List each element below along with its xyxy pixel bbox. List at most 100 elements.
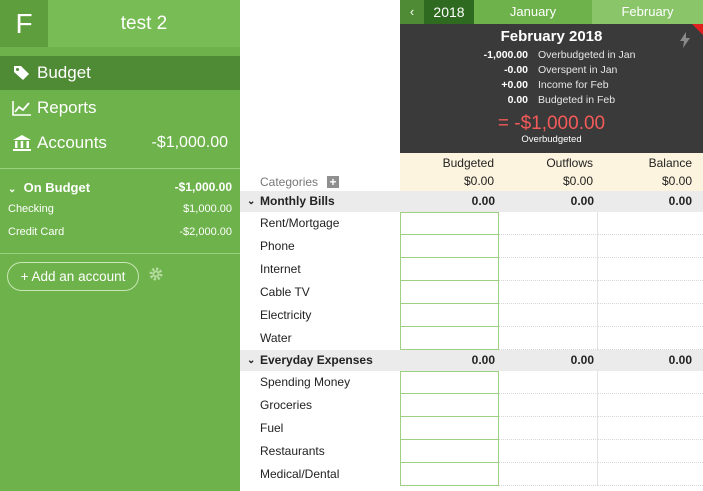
nav-accounts[interactable]: Accounts -$1,000.00 [0, 126, 240, 160]
budgeted-input[interactable] [400, 417, 499, 440]
column-balance: Balance $0.00 [598, 153, 703, 191]
balance-cell [598, 304, 703, 327]
category-row: Restaurants [240, 440, 703, 463]
month-summary: February 2018 -1,000.00 Overbudgeted in … [400, 24, 703, 153]
balance-cell [598, 440, 703, 463]
group-budgeted: 0.00 [471, 194, 495, 208]
category-row: Cable TV [240, 281, 703, 304]
brand-bar: F test 2 [0, 0, 240, 47]
group-row-everyday-expenses[interactable]: ⌄ Everyday Expenses 0.00 0.00 0.00 [240, 350, 703, 371]
category-name: Restaurants [260, 444, 325, 458]
budgeted-input[interactable] [400, 235, 499, 258]
balance-cell [598, 281, 703, 304]
category-name: Medical/Dental [260, 467, 340, 481]
group-row-monthly-bills[interactable]: ⌄ Monthly Bills 0.00 0.00 0.00 [240, 191, 703, 212]
month-tab-february[interactable]: February [592, 0, 703, 24]
category-name: Phone [260, 239, 295, 253]
summary-line: 0.00 Budgeted in Feb [400, 93, 703, 108]
chevron-down-icon[interactable]: ⌄ [247, 350, 255, 371]
app-logo: F [0, 0, 48, 47]
summary-value: -1,000.00 [483, 49, 528, 61]
nav-reports[interactable]: Reports [0, 91, 240, 125]
outflows-cell [499, 212, 598, 235]
category-row: Electricity [240, 304, 703, 327]
budgeted-input[interactable] [400, 281, 499, 304]
group-budgeted: 0.00 [471, 353, 495, 367]
bank-icon [11, 126, 33, 160]
chevron-down-icon: ⌄ [8, 184, 17, 195]
balance-cell [598, 235, 703, 258]
account-row-credit-card[interactable]: Credit Card -$2,000.00 [8, 224, 232, 240]
nav-budget-label: Budget [37, 63, 91, 82]
account-balance: $1,000.00 [183, 203, 232, 215]
gear-icon[interactable] [148, 266, 164, 282]
category-name: Water [260, 331, 292, 345]
balance-cell [598, 258, 703, 281]
summary-value: -0.00 [504, 64, 528, 76]
column-label: Budgeted [442, 156, 494, 170]
budgeted-input[interactable] [400, 327, 499, 350]
summary-value: 0.00 [507, 94, 528, 106]
budget-name[interactable]: test 2 [48, 0, 240, 47]
category-name: Internet [260, 262, 301, 276]
balance-cell [598, 394, 703, 417]
category-row: Internet [240, 258, 703, 281]
column-label: Outflows [546, 156, 593, 170]
add-category-button[interactable]: + [327, 176, 339, 188]
summary-line: +0.00 Income for Feb [400, 78, 703, 93]
balance-cell [598, 417, 703, 440]
group-balance: 0.00 [668, 353, 692, 367]
outflows-cell [499, 235, 598, 258]
nav-budget[interactable]: Budget [0, 56, 240, 90]
divider [0, 168, 240, 169]
summary-label: Overspent in Jan [538, 64, 618, 76]
summary-total: = -$1,000.00 [497, 113, 606, 134]
on-budget-header[interactable]: ⌄ On Budget -$1,000.00 [8, 180, 232, 196]
balance-cell [598, 371, 703, 394]
category-name: Cable TV [260, 285, 310, 299]
outflows-cell [499, 327, 598, 350]
category-name: Fuel [260, 421, 284, 435]
categories-label: Categories [260, 175, 319, 189]
summary-line: -0.00 Overspent in Jan [400, 63, 703, 78]
budgeted-input[interactable] [400, 371, 499, 394]
category-name: Groceries [260, 398, 313, 412]
month-tab-january[interactable]: January [474, 0, 592, 24]
category-row: Rent/Mortgage [240, 212, 703, 235]
budgeted-input[interactable] [400, 258, 499, 281]
budgeted-input[interactable] [400, 463, 499, 486]
summary-title: February 2018 [500, 28, 603, 45]
column-total: $0.00 [463, 174, 494, 188]
chevron-down-icon[interactable]: ⌄ [247, 191, 255, 212]
on-budget-total: -$1,000.00 [174, 180, 232, 194]
account-balance: -$2,000.00 [179, 226, 232, 238]
line-chart-icon [11, 91, 33, 125]
outflows-cell [499, 417, 598, 440]
budgeted-input[interactable] [400, 212, 499, 235]
sidebar: F test 2 Budget Reports Accounts -$1,000… [0, 0, 240, 491]
on-budget-label: On Budget [23, 180, 91, 195]
group-name: Monthly Bills [260, 194, 335, 208]
outflows-cell [499, 304, 598, 327]
prev-month-button[interactable]: ‹ [400, 0, 424, 24]
column-total: $0.00 [562, 174, 593, 188]
tags-icon [11, 56, 33, 90]
divider [0, 253, 240, 254]
outflows-cell [499, 394, 598, 417]
outflows-cell [499, 281, 598, 304]
budgeted-input[interactable] [400, 440, 499, 463]
category-row: Water [240, 327, 703, 350]
budgeted-input[interactable] [400, 394, 499, 417]
column-header: Budgeted $0.00 Outflows $0.00 Balance $0… [400, 153, 703, 191]
category-row: Medical/Dental [240, 463, 703, 486]
account-row-checking[interactable]: Checking $1,000.00 [8, 201, 232, 217]
group-name: Everyday Expenses [260, 353, 373, 367]
summary-value: +0.00 [501, 79, 528, 91]
summary-label: Overbudgeted in Jan [538, 49, 636, 61]
summary-label: Income for Feb [538, 79, 609, 91]
summary-line: -1,000.00 Overbudgeted in Jan [400, 48, 703, 63]
summary-label: Budgeted in Feb [538, 94, 616, 106]
group-outflows: 0.00 [570, 194, 594, 208]
add-account-button[interactable]: + Add an account [7, 262, 139, 291]
budgeted-input[interactable] [400, 304, 499, 327]
